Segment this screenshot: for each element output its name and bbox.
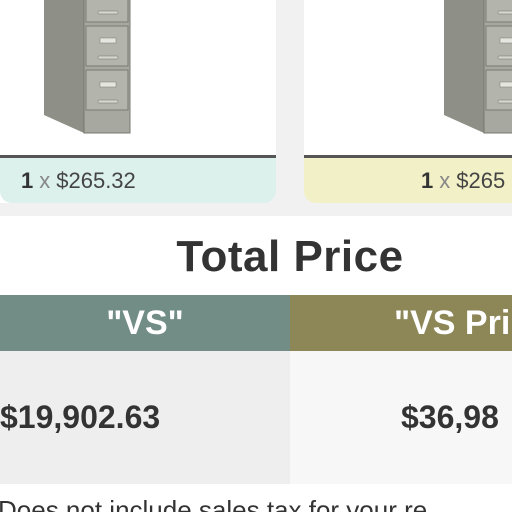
times-sign: x xyxy=(439,167,451,193)
column-header-label: "VS Pri xyxy=(394,303,511,342)
quantity-price-bar: 1 x $265.32 xyxy=(0,158,276,203)
column-header-vs-pri: "VS Pri xyxy=(290,295,512,351)
total-value: $19,902.63 xyxy=(0,399,161,435)
filing-cabinet-icon xyxy=(44,0,131,134)
unit-price: $265.32 xyxy=(56,167,136,193)
product-image xyxy=(304,0,512,156)
column-header-vs: "VS" xyxy=(0,295,290,351)
product-card-right[interactable]: 1 x $265 xyxy=(304,0,512,203)
total-price-heading: Total Price xyxy=(176,232,404,281)
filing-cabinet-icon xyxy=(444,0,512,134)
quantity-price-bar: 1 x $265 xyxy=(304,158,512,203)
column-header-label: "VS" xyxy=(106,303,184,342)
product-band: 1 x $265.32 1 x $265 xyxy=(0,0,512,216)
times-sign: x xyxy=(39,167,51,193)
quantity-value: 1 xyxy=(421,167,434,193)
total-value-vs-pri: $36,98 xyxy=(290,351,512,484)
total-value-vs: $19,902.63 xyxy=(0,351,290,484)
product-card-left[interactable]: 1 x $265.32 xyxy=(0,0,276,203)
unit-price: $265 xyxy=(456,167,506,193)
total-value: $36,98 xyxy=(401,399,499,435)
tax-footnote: Does not include sales tax for your re xyxy=(0,495,428,512)
product-image xyxy=(0,0,276,156)
quantity-value: 1 xyxy=(21,167,34,193)
